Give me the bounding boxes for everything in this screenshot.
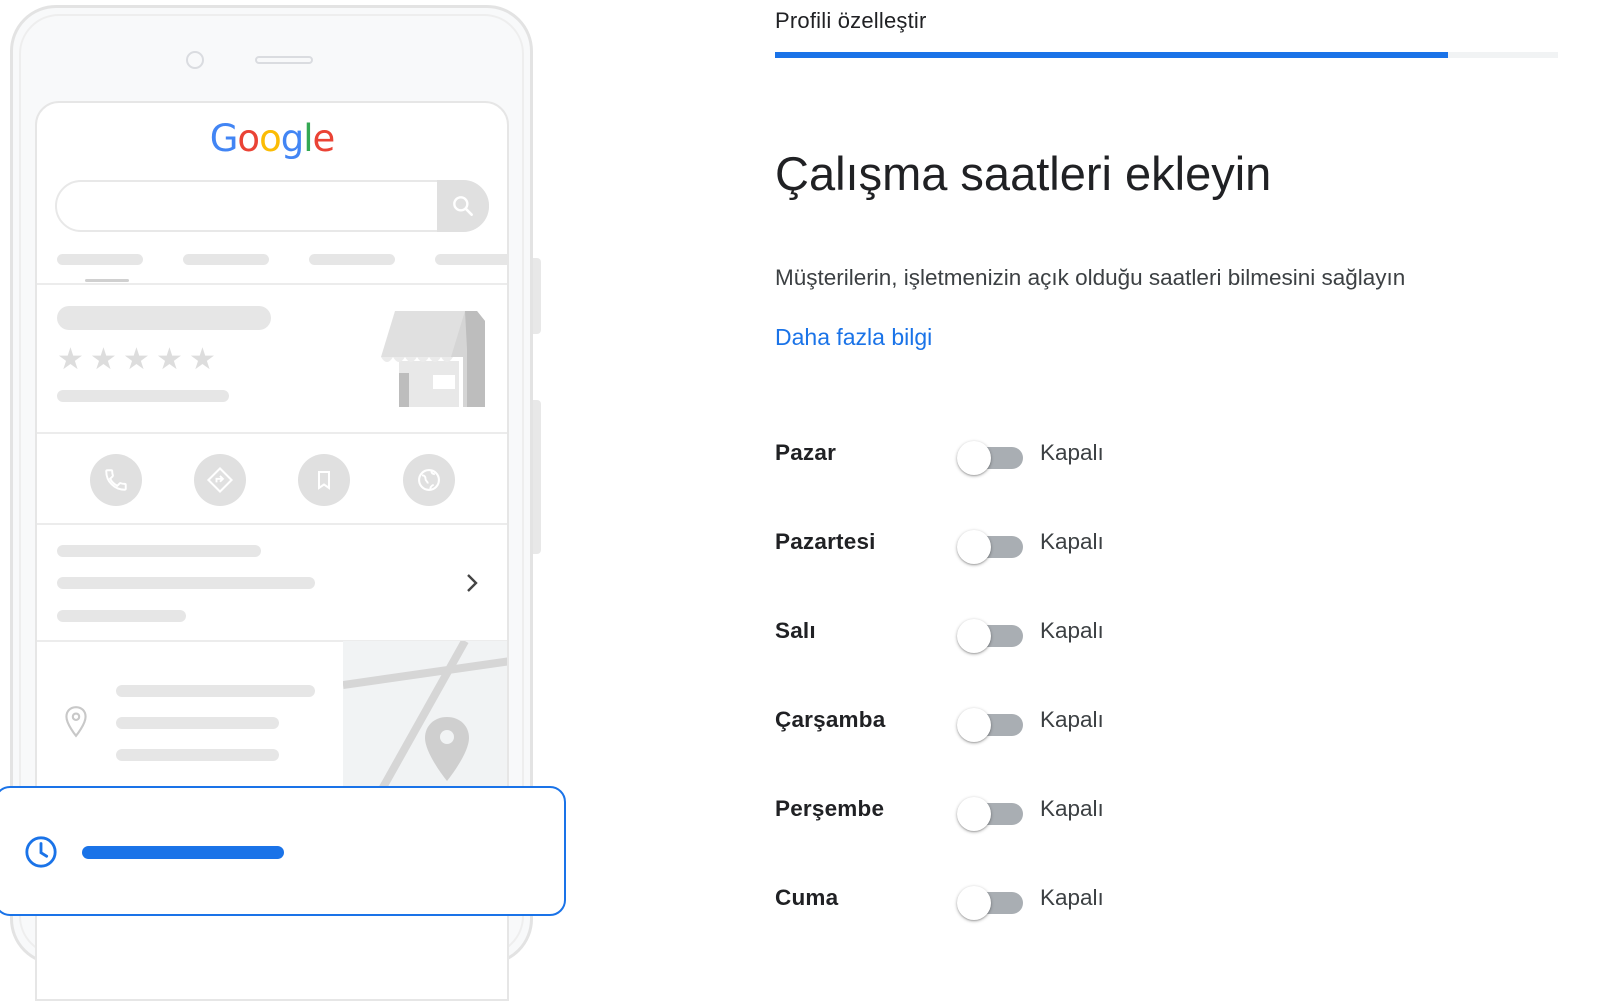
toggle-thumb: [957, 530, 991, 564]
day-row-pazar: Pazar Kapalı: [775, 432, 1475, 476]
divider: [37, 523, 507, 525]
divider: [37, 283, 507, 285]
day-label: Cuma: [775, 885, 839, 910]
phone-camera: [186, 51, 204, 69]
tab-placeholder: [309, 254, 395, 265]
logo-letter: G: [209, 117, 239, 160]
day-label: Salı: [775, 618, 816, 643]
text-placeholder: [57, 545, 261, 557]
map-pin-icon: [425, 717, 469, 781]
progress-bar-fill: [775, 52, 1449, 58]
day-row-pazartesi: Pazartesi Kapalı: [775, 521, 1475, 565]
learn-more-link[interactable]: Daha fazla bilgi: [775, 324, 932, 351]
bookmark-icon: [298, 454, 350, 506]
day-toggle[interactable]: [957, 706, 1023, 742]
phone-icon: [90, 454, 142, 506]
google-logo: Google: [37, 117, 507, 160]
toggle-thumb: [957, 886, 991, 920]
day-toggle[interactable]: [957, 528, 1023, 564]
globe-icon: [403, 454, 455, 506]
day-row-persembe: Perşembe Kapalı: [775, 788, 1475, 832]
business-profile-illustration: Google ★ ★ ★ ★ ★: [0, 0, 600, 1001]
tab-placeholder: [183, 254, 269, 265]
star-icon: ★: [123, 343, 150, 376]
hours-highlight-card: [0, 786, 566, 916]
phone-side-button: [533, 400, 541, 554]
day-status: Kapalı: [1040, 796, 1104, 821]
search-button-placeholder: [437, 180, 489, 232]
logo-letter: e: [312, 117, 335, 160]
day-row-carsamba: Çarşamba Kapalı: [775, 699, 1475, 743]
storefront-icon: [381, 311, 485, 407]
toggle-thumb: [957, 797, 991, 831]
star-icon: ★: [57, 343, 84, 376]
star-icon: ★: [189, 343, 216, 376]
day-status: Kapalı: [1040, 707, 1104, 732]
toggle-thumb: [957, 708, 991, 742]
progress-section-title: Profili özelleştir: [775, 8, 927, 33]
star-icon: ★: [90, 343, 117, 376]
day-status: Kapalı: [1040, 618, 1104, 643]
divider: [37, 432, 507, 434]
phone-speaker: [255, 56, 313, 64]
day-status: Kapalı: [1040, 885, 1104, 910]
day-toggle[interactable]: [957, 884, 1023, 920]
day-toggle[interactable]: [957, 617, 1023, 653]
text-placeholder: [57, 390, 229, 402]
text-placeholder: [57, 577, 315, 589]
tab-underline: [85, 279, 129, 282]
search-icon: [453, 196, 473, 216]
hours-placeholder-bar: [82, 846, 284, 859]
logo-letter: o: [237, 117, 260, 160]
page-title: Çalışma saatleri ekleyin: [775, 147, 1272, 200]
tab-placeholder: [57, 254, 143, 265]
location-pin-icon: [65, 706, 87, 738]
page-description: Müşterilerin, işletmenizin açık olduğu s…: [775, 265, 1406, 290]
title-placeholder: [57, 306, 271, 330]
directions-icon: [194, 454, 246, 506]
day-status: Kapalı: [1040, 440, 1104, 465]
chevron-right-icon: [467, 574, 478, 592]
day-row-sali: Salı Kapalı: [775, 610, 1475, 654]
text-placeholder: [116, 717, 279, 729]
day-label: Pazartesi: [775, 529, 876, 554]
day-row-cuma: Cuma Kapalı: [775, 877, 1475, 921]
progress-bar: [775, 52, 1558, 58]
tab-placeholder: [435, 254, 507, 265]
text-placeholder: [116, 749, 279, 761]
logo-letter: g: [280, 117, 304, 160]
day-toggle[interactable]: [957, 795, 1023, 831]
toggle-thumb: [957, 441, 991, 475]
toggle-thumb: [957, 619, 991, 653]
day-label: Perşembe: [775, 796, 885, 821]
day-status: Kapalı: [1040, 529, 1104, 554]
clock-icon: [25, 836, 57, 868]
day-label: Çarşamba: [775, 707, 886, 732]
day-label: Pazar: [775, 440, 837, 465]
phone-side-button: [533, 258, 541, 334]
day-toggle[interactable]: [957, 439, 1023, 475]
text-placeholder: [57, 610, 186, 622]
star-icon: ★: [156, 343, 183, 376]
logo-letter: o: [259, 117, 282, 160]
text-placeholder: [116, 685, 315, 697]
search-box-placeholder: [55, 180, 489, 232]
